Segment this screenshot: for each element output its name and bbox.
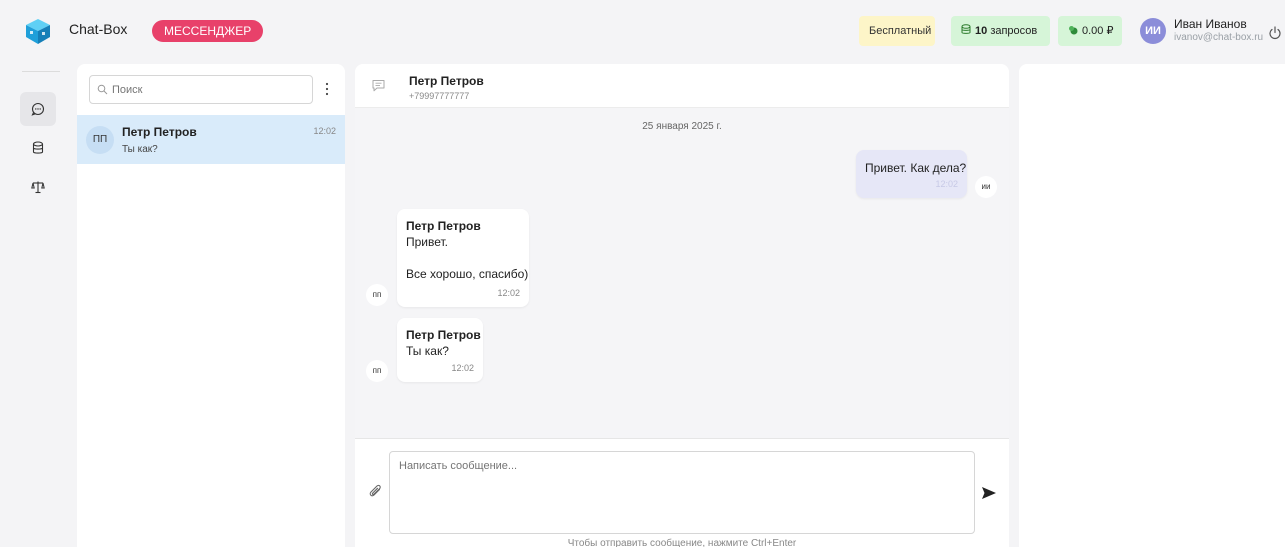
chat-time: 12:02 — [313, 126, 336, 136]
contact-name: Петр Петров — [409, 74, 484, 88]
paperclip-icon[interactable] — [368, 484, 384, 500]
contact-phone: +79997777777 — [409, 91, 470, 101]
database-icon — [32, 141, 44, 154]
message-text: Привет. Как дела? — [865, 161, 967, 175]
conversation-panel: Петр Петров +79997777777 25 января 2025 … — [355, 64, 1009, 547]
rail-divider — [22, 71, 60, 72]
requests-label: запросов — [990, 25, 1038, 37]
send-hint: Чтобы отправить сообщение, нажмите Ctrl+… — [567, 538, 797, 547]
chat-preview: Ты как? — [122, 144, 158, 155]
database-icon — [961, 24, 971, 34]
money-icon — [1069, 26, 1078, 35]
message-bubble-own: Привет. Как дела? 12:02 — [856, 150, 967, 198]
requests-badge[interactable]: 10 запросов — [951, 16, 1050, 46]
more-options-icon[interactable] — [324, 80, 330, 98]
power-icon[interactable] — [1268, 26, 1282, 40]
chat-icon — [31, 102, 45, 116]
message-author: Петр Петров — [406, 219, 481, 233]
chat-list-item[interactable]: ПП Петр Петров Ты как? 12:02 — [77, 115, 345, 164]
message-time: 12:02 — [497, 288, 520, 298]
message-author: Петр Петров — [406, 328, 481, 342]
chat-bubble-icon — [372, 80, 385, 92]
conversation-header: Петр Петров +79997777777 — [355, 64, 1009, 108]
chat-avatar: ПП — [86, 126, 114, 154]
message-bubble: Петр Петров Ты как? 12:02 — [397, 318, 483, 382]
date-separator: 25 января 2025 г. — [642, 121, 722, 132]
nav-messenger-button[interactable] — [20, 92, 56, 126]
plan-label: Бесплатный — [869, 25, 932, 37]
message-composer: Чтобы отправить сообщение, нажмите Ctrl+… — [355, 438, 1009, 547]
chat-name: Петр Петров — [122, 125, 197, 139]
user-avatar[interactable]: ИИ — [1140, 18, 1166, 44]
search-icon — [97, 84, 108, 95]
message-time: 12:02 — [451, 363, 474, 373]
message-text: Привет. Все хорошо, спасибо) — [406, 235, 529, 281]
scales-icon — [31, 181, 45, 194]
requests-count: 10 — [975, 25, 988, 37]
balance-badge[interactable]: 0.00 ₽ — [1058, 16, 1122, 46]
search-input[interactable] — [89, 75, 313, 104]
cube-logo-icon[interactable] — [24, 17, 52, 45]
nav-scales-button[interactable] — [20, 170, 56, 204]
send-icon[interactable] — [981, 486, 997, 500]
top-header: Chat-Box МЕССЕНДЖЕР Бесплатный 10 запрос… — [0, 0, 1285, 60]
user-name: Иван Иванов — [1174, 17, 1247, 31]
plan-badge[interactable]: Бесплатный — [859, 16, 935, 46]
balance-value: 0.00 ₽ — [1082, 25, 1114, 37]
chat-list-panel: ПП Петр Петров Ты как? 12:02 — [77, 64, 345, 547]
message-text: Ты как? — [406, 344, 449, 358]
message-avatar: ии — [975, 176, 997, 198]
user-email: ivanov@chat-box.ru — [1174, 32, 1264, 43]
message-avatar: пп — [366, 360, 388, 382]
details-panel — [1019, 64, 1285, 547]
message-bubble: Петр Петров Привет. Все хорошо, спасибо)… — [397, 209, 529, 307]
message-input[interactable] — [389, 451, 975, 534]
message-time: 12:02 — [935, 179, 958, 189]
app-section-badge[interactable]: МЕССЕНДЖЕР — [152, 20, 264, 42]
app-title: Chat-Box — [69, 21, 128, 37]
nav-database-button[interactable] — [20, 131, 56, 165]
message-avatar: пп — [366, 284, 388, 306]
